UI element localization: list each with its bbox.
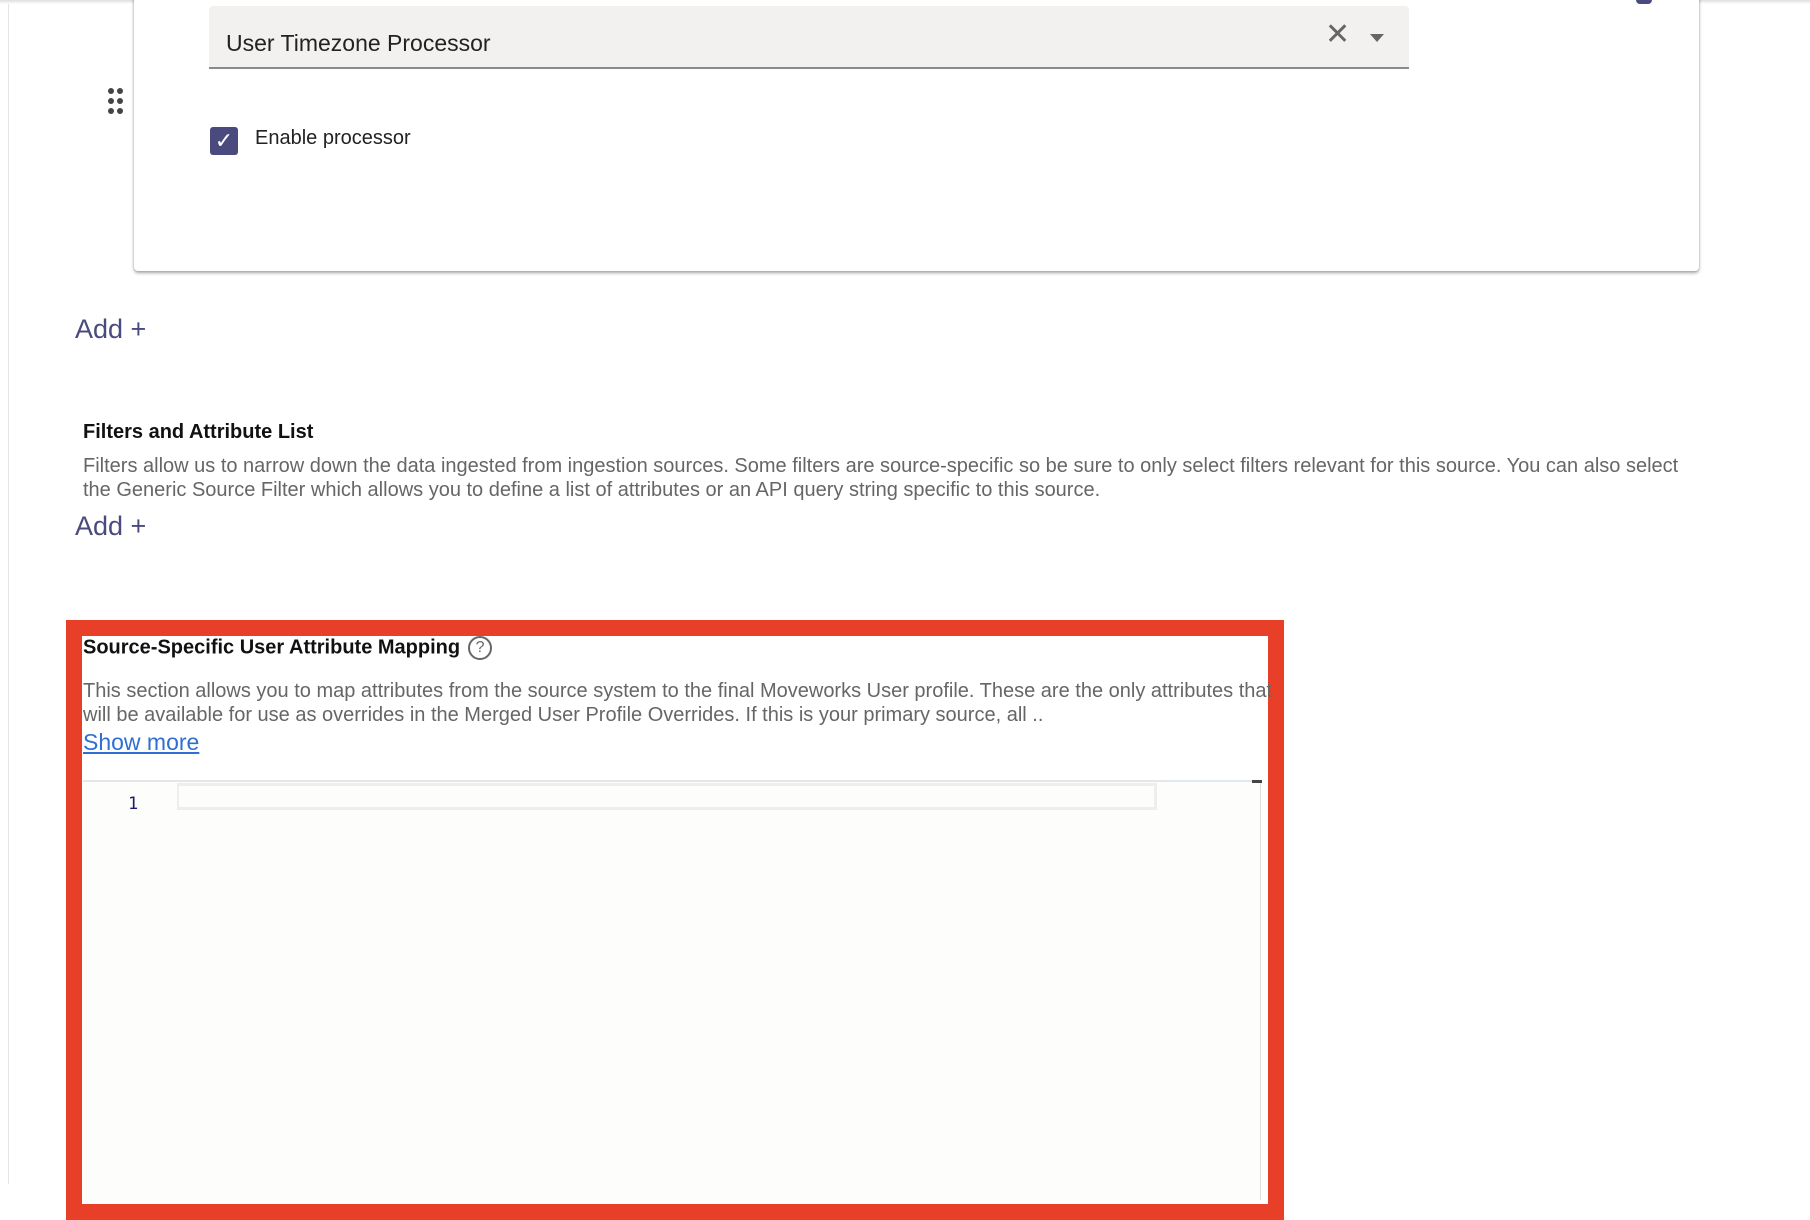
- filters-description: Filters allow us to narrow down the data…: [83, 455, 1679, 501]
- mapping-heading: Source-Specific User Attribute Mapping?: [83, 636, 493, 660]
- editor-top-bar: [1166, 780, 1261, 782]
- line-number: 1: [128, 794, 139, 814]
- page-border: [8, 0, 9, 1184]
- enable-processor-checkbox[interactable]: ✓: [210, 127, 238, 155]
- current-line[interactable]: [177, 783, 1157, 810]
- mapping-description: This section allows you to map attribute…: [83, 680, 1273, 726]
- add-processor-button[interactable]: Add +: [75, 314, 146, 345]
- drag-handle-icon[interactable]: [108, 88, 123, 114]
- mapping-heading-text: Source-Specific User Attribute Mapping: [83, 636, 461, 659]
- processor-select-value: User Timezone Processor: [226, 30, 491, 56]
- add-filter-button[interactable]: Add +: [75, 511, 146, 542]
- card-action-icon[interactable]: [1636, 0, 1652, 4]
- code-editor[interactable]: 1: [83, 780, 1262, 1200]
- clear-icon[interactable]: ✕: [1325, 20, 1350, 50]
- help-icon[interactable]: ?: [468, 636, 493, 660]
- show-more-link[interactable]: Show more: [83, 729, 199, 756]
- editor-scroll-marker: [1252, 780, 1262, 783]
- processor-select[interactable]: User Timezone Processor ✕: [209, 6, 1409, 69]
- chevron-down-icon[interactable]: [1370, 34, 1384, 42]
- filters-heading: Filters and Attribute List: [83, 421, 314, 443]
- enable-processor-label: Enable processor: [255, 127, 411, 149]
